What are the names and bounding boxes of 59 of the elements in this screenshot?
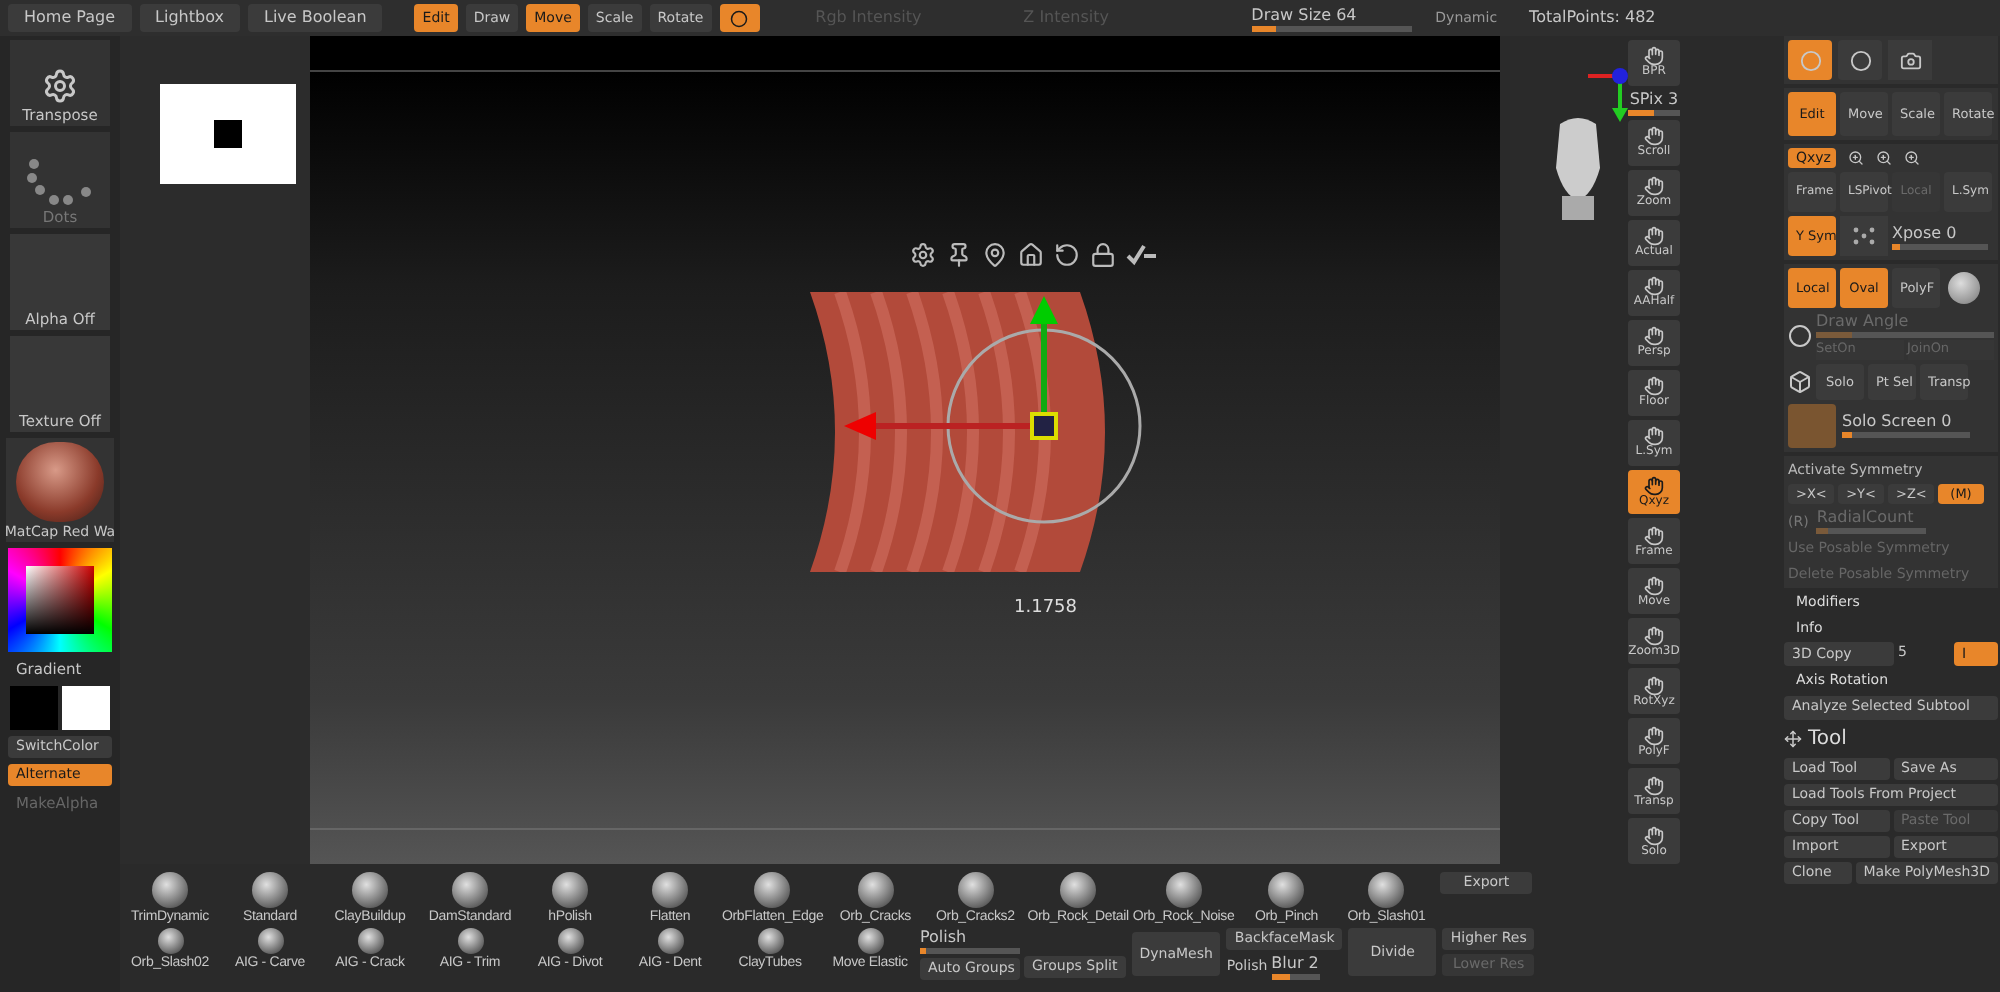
hand-icon [1644, 226, 1664, 247]
alpha-preview-thumbnail [160, 84, 296, 184]
cube-icon[interactable] [1788, 369, 1812, 394]
slider-track[interactable] [1251, 25, 1412, 31]
transpose-icon [42, 67, 78, 104]
hand-icon [1644, 46, 1664, 67]
color-picker[interactable] [8, 548, 112, 652]
slider-label: Xpose 0 [1892, 223, 1959, 243]
tab[interactable]: Home Page [8, 4, 132, 32]
slider-label: Solo Screen 0 [1842, 412, 1954, 433]
tab[interactable]: Lightbox [139, 4, 240, 32]
location-pin-icon[interactable] [982, 242, 1008, 268]
stat-text: TotalPoints: 482 [1529, 6, 1656, 30]
palette-title[interactable]: Tool [1808, 723, 1847, 754]
slider-label: Polish [920, 928, 969, 948]
dots-icon [26, 157, 94, 206]
hand-icon [1644, 625, 1664, 646]
hand-icon [1644, 176, 1664, 197]
slider-track[interactable] [1628, 109, 1680, 116]
hand-icon [1644, 426, 1664, 447]
circle-icon [1799, 49, 1821, 71]
slider-label: Blur 2 [1271, 954, 1320, 974]
hand-icon [1644, 276, 1664, 297]
circle-icon [1849, 49, 1871, 71]
hand-icon [1644, 675, 1664, 696]
slider-track[interactable] [1892, 243, 1988, 249]
slider-label: Draw Size 64 [1251, 5, 1359, 25]
brush-tile-icon[interactable] [1788, 403, 1836, 448]
pin-icon[interactable] [946, 242, 972, 268]
home-icon[interactable] [1018, 242, 1044, 268]
hand-icon [1644, 775, 1664, 796]
dots-button[interactable] [1840, 216, 1888, 256]
dots-icon [1852, 226, 1876, 246]
slider-track[interactable] [1271, 974, 1320, 980]
zoom-icon[interactable] [1848, 150, 1864, 166]
zoom-icon[interactable] [1876, 150, 1892, 166]
zoom-icon[interactable] [1904, 150, 1920, 166]
hand-icon [1644, 525, 1664, 546]
undo-icon[interactable] [1054, 242, 1080, 268]
camera-icon[interactable] [1888, 40, 1932, 80]
hand-icon [1644, 126, 1664, 147]
hand-icon [1644, 825, 1664, 846]
slider-track[interactable] [920, 948, 1020, 954]
hand-icon [1644, 475, 1664, 496]
secondary-color-swatch[interactable] [62, 686, 110, 731]
slider-track[interactable] [1816, 528, 1927, 535]
hand-icon [1644, 575, 1664, 596]
lock-icon[interactable] [1090, 242, 1116, 268]
hand-icon [1644, 326, 1664, 347]
palette-button[interactable] [1838, 40, 1882, 80]
hand-icon [1644, 725, 1664, 746]
slider-track[interactable] [1842, 432, 1970, 439]
main-color-swatch[interactable] [10, 686, 58, 731]
settings-icon[interactable] [910, 242, 936, 268]
slider-label: SPix 3 [1629, 89, 1679, 110]
check-icon[interactable] [1126, 242, 1158, 268]
hand-icon [1644, 376, 1664, 397]
tab[interactable]: Live Boolean [247, 4, 383, 32]
measurement-text: 1.1758 [1014, 596, 1077, 622]
